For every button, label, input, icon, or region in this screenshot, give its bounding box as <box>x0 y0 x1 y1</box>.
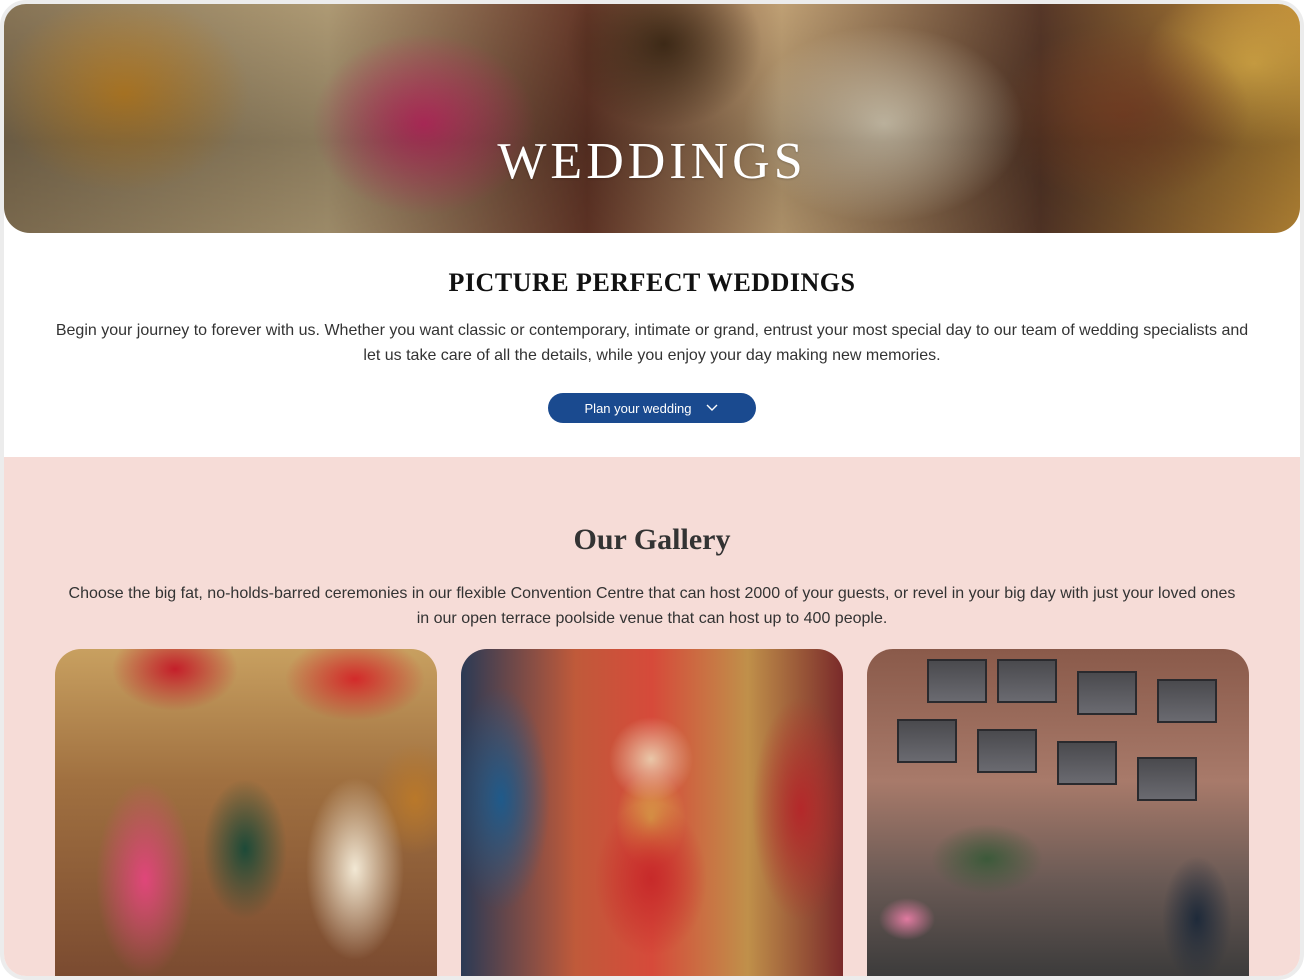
hero-banner: WEDDINGS <box>4 4 1300 233</box>
chevron-down-icon <box>706 404 718 411</box>
plan-wedding-button[interactable]: Plan your wedding <box>548 393 756 423</box>
page-title: PICTURE PERFECT WEDDINGS <box>448 268 856 297</box>
gallery-section: Our Gallery Choose the big fat, no-holds… <box>4 457 1300 976</box>
building-window <box>977 729 1037 773</box>
building-window <box>897 719 957 763</box>
building-window <box>1157 679 1217 723</box>
hero-title: WEDDINGS <box>497 133 807 190</box>
browser-frame: WEDDINGS PICTURE PERFECT WEDDINGS Begin … <box>0 0 1304 980</box>
gallery-image-venue[interactable] <box>867 649 1249 976</box>
building-window <box>1137 757 1197 801</box>
gallery-title: Our Gallery <box>573 523 731 556</box>
building-window <box>1057 741 1117 785</box>
gallery-description: Choose the big fat, no-holds-barred cere… <box>68 585 1236 627</box>
plan-wedding-label: Plan your wedding <box>584 400 692 416</box>
hero-overlay <box>4 4 1300 233</box>
gallery-image-bride[interactable] <box>461 649 843 976</box>
building-window <box>927 659 987 703</box>
intro-paragraph: Begin your journey to forever with us. W… <box>55 322 1249 364</box>
building-window <box>1077 671 1137 715</box>
gallery-image-ceremony[interactable] <box>55 649 437 976</box>
building-window <box>997 659 1057 703</box>
